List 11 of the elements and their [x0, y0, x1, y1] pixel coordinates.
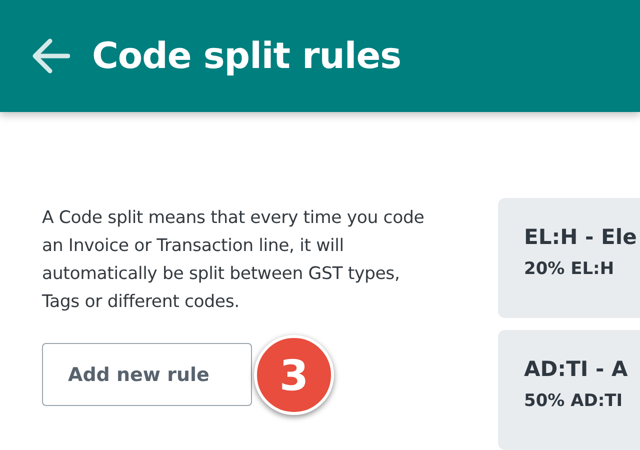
add-rule-button[interactable]: Add new rule — [42, 343, 252, 406]
description-text: A Code split means that every time you code an Invoice or Transaction line, it will automatically be split between GST types, Tags or different codes. — [42, 207, 426, 314]
rule-card[interactable]: AD:TI - A 50% AD:TI — [498, 330, 640, 450]
page-title: Code split rules — [92, 36, 402, 76]
rule-split: 20% EL:H — [524, 258, 616, 281]
rule-split: 50% AD:TI — [524, 390, 624, 413]
rule-title: EL:H - Ele — [524, 224, 638, 251]
rule-title: AD:TI - A — [524, 356, 629, 383]
step-badge: 3 — [254, 335, 334, 415]
back-arrow-icon[interactable] — [32, 37, 70, 75]
rule-card[interactable]: EL:H - Ele 20% EL:H — [498, 198, 640, 318]
